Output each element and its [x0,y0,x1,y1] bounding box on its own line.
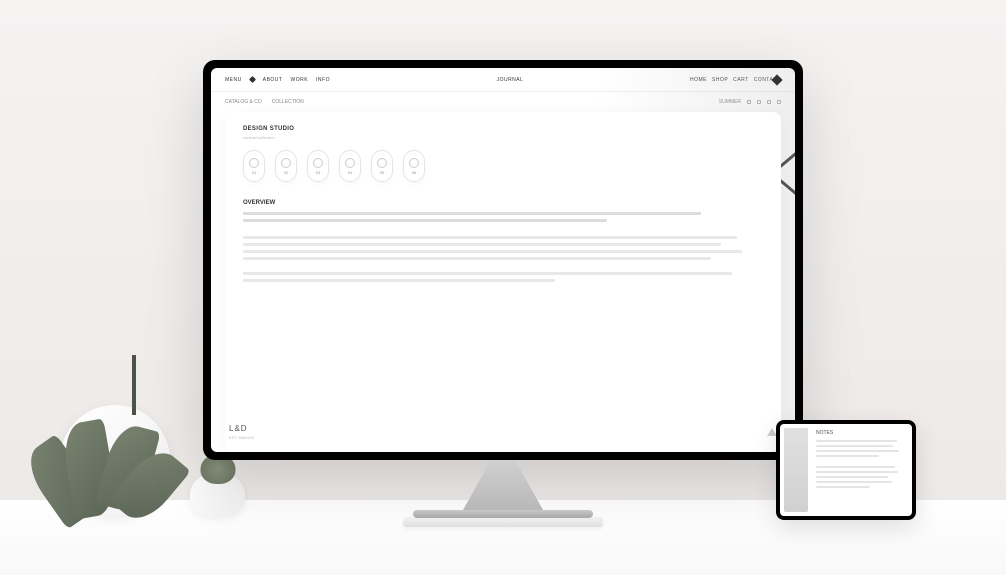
circle-icon [409,158,419,168]
text-line [243,236,737,239]
tablet-heading: NOTES [816,430,906,436]
card-title: DESIGN STUDIO [243,126,763,132]
text-line [243,250,742,253]
nav-item[interactable]: INFO [316,77,330,83]
nav-item[interactable]: MENU [225,77,242,83]
option-pill[interactable]: 02 [275,150,297,182]
circle-icon [281,158,291,168]
nav-dot-icon [249,75,256,82]
potted-plant [60,405,170,515]
nav-item[interactable]: WORK [290,77,308,83]
circle-icon [313,158,323,168]
breadcrumb[interactable]: COLLECTION [272,99,304,105]
circle-icon [377,158,387,168]
breadcrumb[interactable]: CATALOG & CO [225,99,262,105]
text-line [243,243,721,246]
tablet-image [784,428,808,512]
option-pill[interactable]: 04 [339,150,361,182]
option-row: 01 02 03 04 05 06 [243,150,763,182]
screen: MENU ABOUT WORK INFO JOURNAL HOME SHOP C… [211,68,795,452]
text-line [243,257,711,260]
text-line [243,279,555,282]
text-line [243,212,701,215]
option-pill[interactable]: 05 [371,150,393,182]
card-subtitle: minimal collection [243,135,763,140]
nav-item[interactable]: ABOUT [263,77,283,83]
option-pill[interactable]: 03 [307,150,329,182]
footer-logo: L&D [229,424,254,433]
text-line [243,219,607,222]
option-pill[interactable]: 01 [243,150,265,182]
option-pill[interactable]: 06 [403,150,425,182]
circle-icon [249,158,259,168]
monitor-foot [413,510,593,518]
tablet-device: NOTES [776,420,916,520]
desktop-monitor: MENU ABOUT WORK INFO JOURNAL HOME SHOP C… [203,60,803,518]
circle-icon [345,158,355,168]
monitor-stand [463,460,543,510]
section-title: OVERVIEW [243,200,763,206]
nav-item[interactable]: JOURNAL [497,77,524,83]
text-line [243,272,732,275]
content-card: DESIGN STUDIO minimal collection 01 02 0… [225,112,781,452]
keyboard [403,517,603,527]
footer-sub: EST. MMXXIV [229,435,254,440]
